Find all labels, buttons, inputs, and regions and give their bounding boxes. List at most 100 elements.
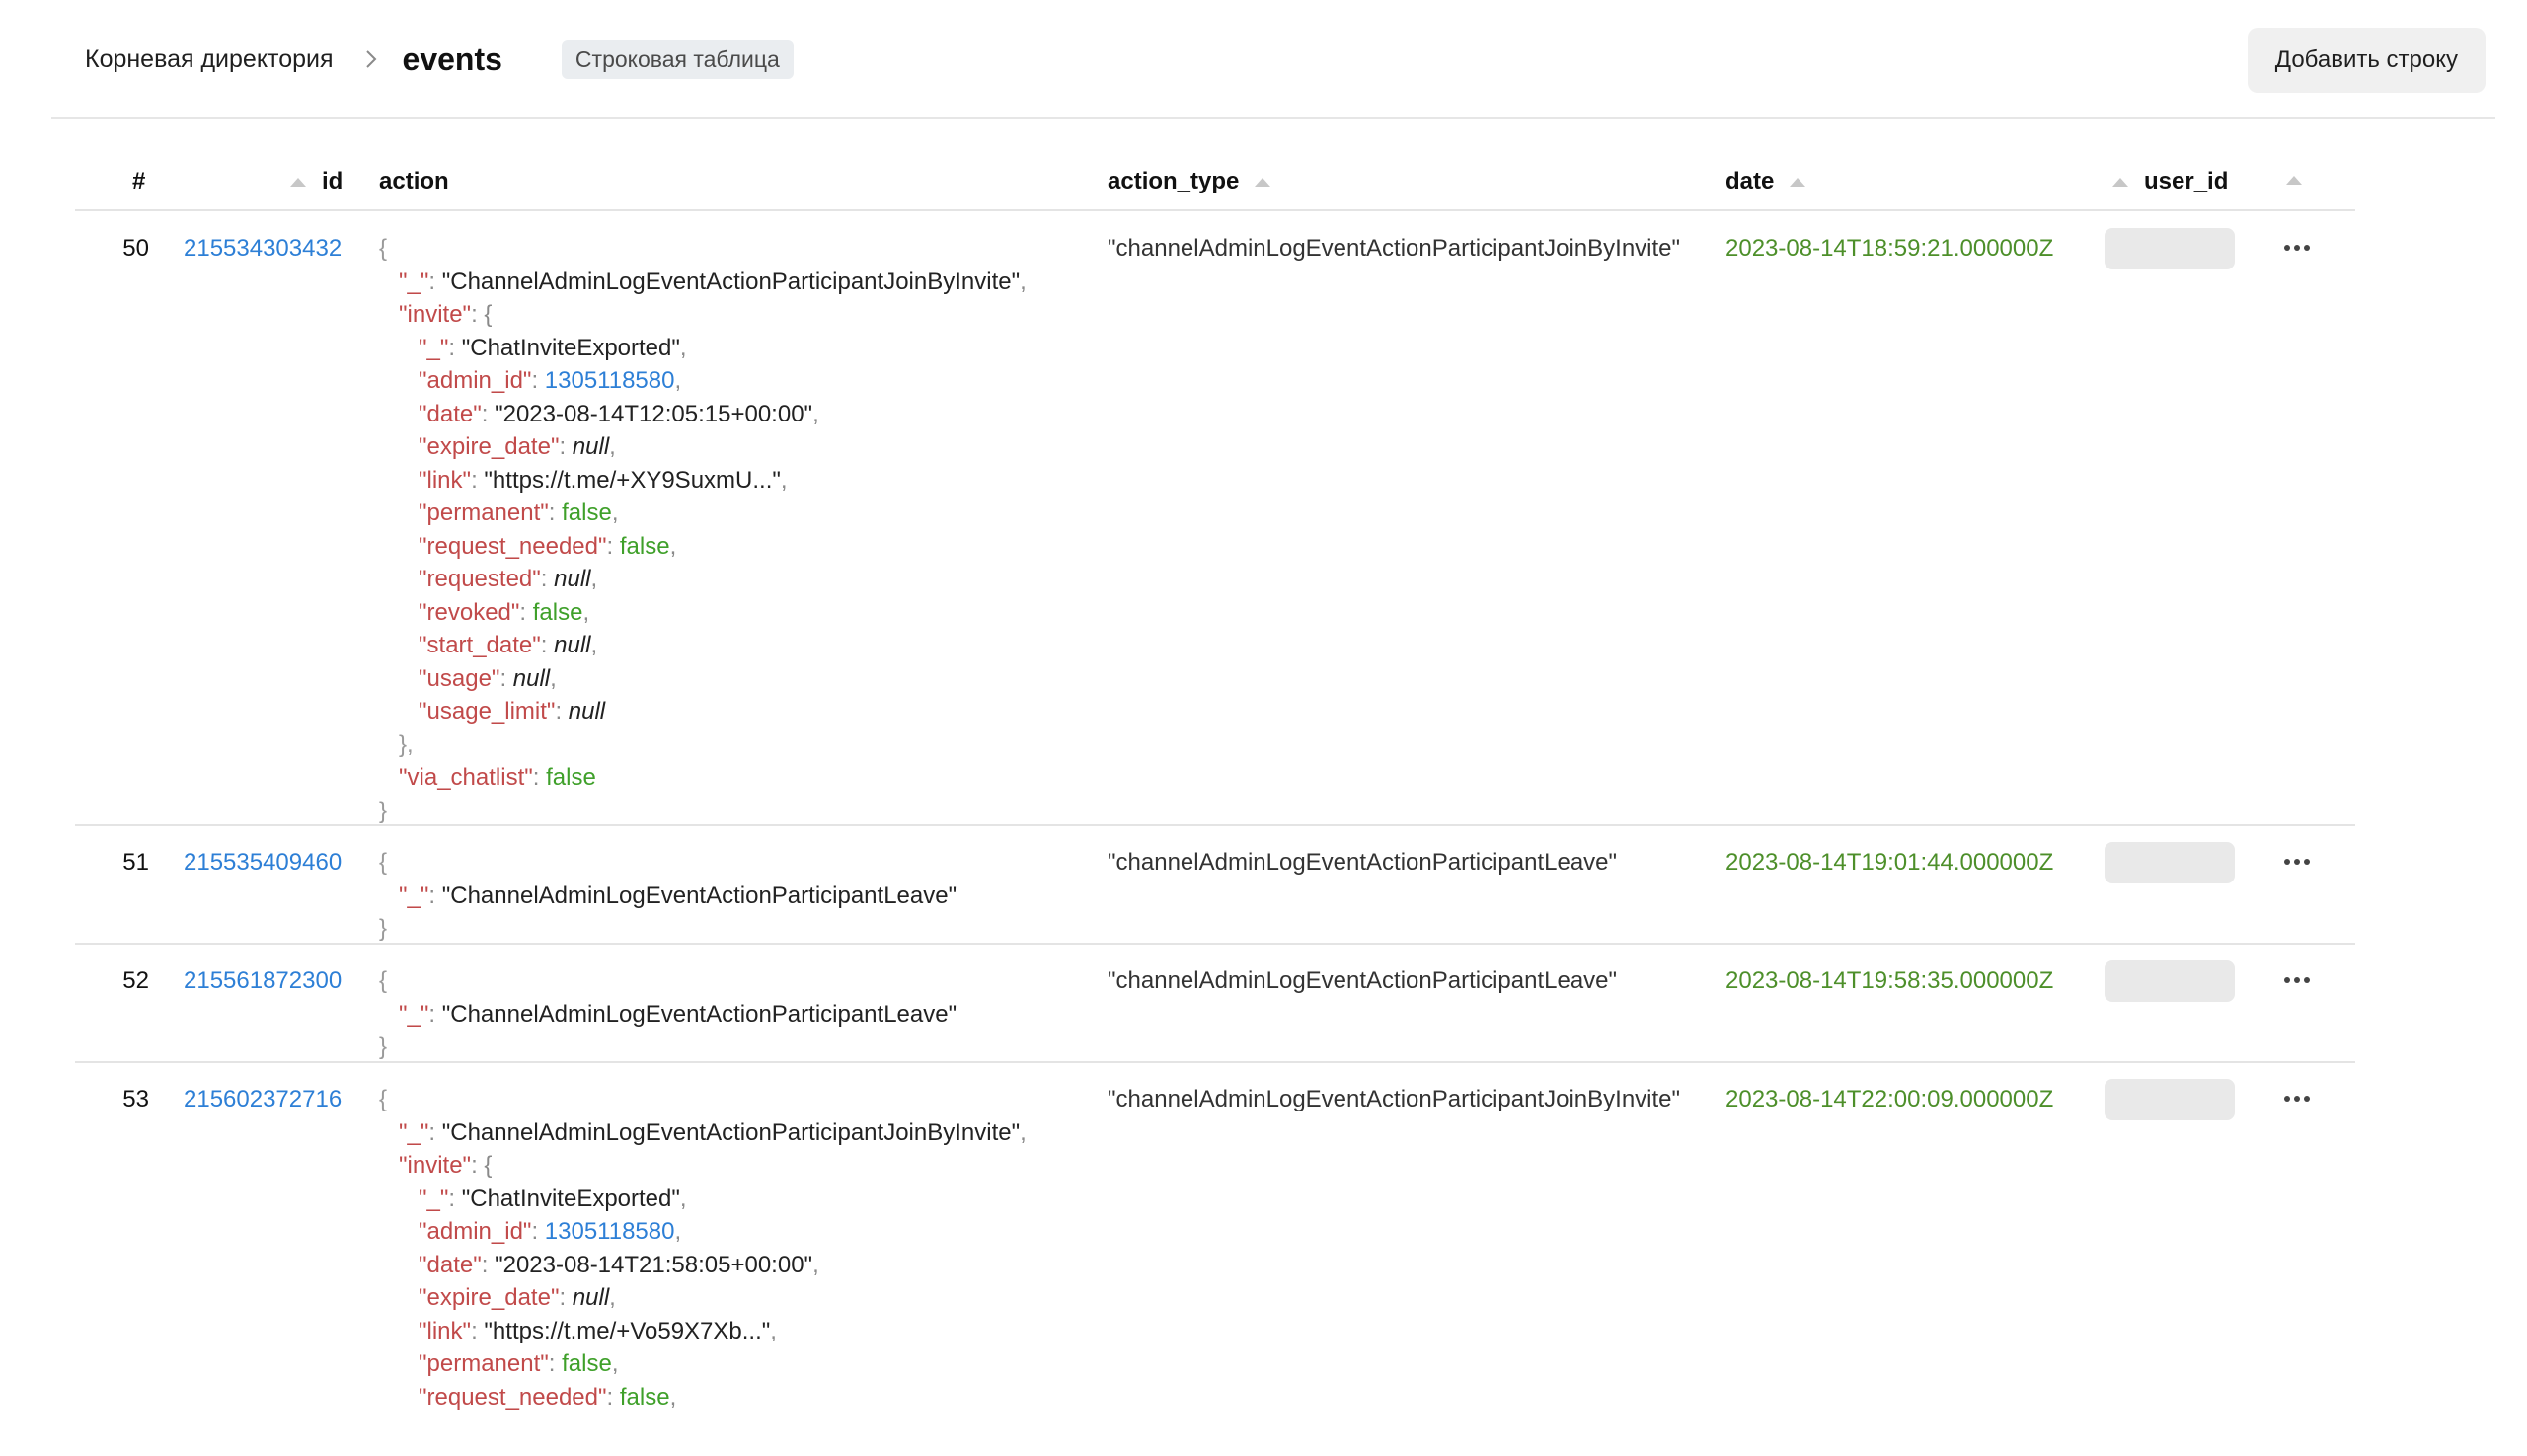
- column-header-num[interactable]: #: [132, 168, 145, 195]
- breadcrumb-root-link[interactable]: Корневая директория: [85, 45, 334, 74]
- json-bool-token: false: [619, 532, 670, 560]
- row-more-icon[interactable]: [2272, 842, 2322, 881]
- json-key-token: "admin_id": [419, 1218, 532, 1245]
- json-key-token: "request_needed": [419, 532, 607, 560]
- json-punc-token: :: [559, 433, 573, 460]
- json-line: "revoked": false,: [379, 596, 1027, 630]
- row-id-link[interactable]: 215602372716: [184, 1083, 342, 1116]
- action-json: {"_": "ChannelAdminLogEventActionPartici…: [379, 964, 957, 1064]
- column-header-date[interactable]: date: [1725, 168, 1806, 195]
- json-line: },: [379, 728, 1027, 762]
- table-row[interactable]: 52 215561872300 {"_": "ChannelAdminLogEv…: [75, 943, 2355, 1063]
- sort-arrow-icon[interactable]: [290, 177, 306, 187]
- json-key-token: "revoked": [419, 598, 520, 626]
- json-line: "permanent": false,: [379, 497, 1027, 530]
- row-more-icon[interactable]: [2272, 960, 2322, 1000]
- sort-arrow-icon[interactable]: [1255, 177, 1271, 187]
- row-id-link[interactable]: 215535409460: [184, 846, 342, 880]
- json-line: "via_chatlist": false: [379, 761, 1027, 795]
- json-str-token: "https://t.me/+Vo59X7Xb...": [484, 1317, 771, 1344]
- sort-arrow-icon[interactable]: [1790, 177, 1806, 187]
- json-key-token: "usage_limit": [419, 698, 556, 725]
- json-null-token: null: [554, 566, 591, 592]
- json-line: }: [379, 795, 1027, 828]
- row-number: 52: [122, 967, 149, 994]
- column-header-id[interactable]: id: [290, 168, 343, 195]
- breadcrumb: Корневая директория events Строковая таб…: [85, 38, 794, 81]
- page-header: Корневая директория events Строковая таб…: [0, 0, 2527, 119]
- json-null-token: null: [568, 698, 606, 725]
- column-label: id: [322, 168, 344, 194]
- json-brace-token: {: [379, 1086, 388, 1112]
- row-more-icon[interactable]: [2272, 228, 2322, 268]
- sort-arrow-icon[interactable]: [2286, 176, 2302, 185]
- json-str-token: "2023-08-14T21:58:05+00:00": [495, 1251, 813, 1278]
- row-id-link[interactable]: 215561872300: [184, 964, 342, 998]
- add-row-button[interactable]: Добавить строку: [2247, 28, 2486, 93]
- column-header-action-type[interactable]: action_type: [1108, 168, 1271, 195]
- table-row[interactable]: 53 215602372716 {"_": "ChannelAdminLogEv…: [75, 1061, 2355, 1456]
- json-punc-token: ,: [1020, 1118, 1027, 1146]
- json-brace-token: {: [379, 849, 388, 876]
- column-header-action[interactable]: action: [379, 168, 449, 195]
- json-line: {: [379, 232, 1027, 266]
- json-line: "_": "ChannelAdminLogEventActionParticip…: [379, 266, 1027, 299]
- json-key-token: "_": [419, 334, 449, 361]
- user-id-value-hidden: [2105, 842, 2235, 883]
- json-punc-token: :: [481, 400, 496, 427]
- json-null-token: null: [554, 632, 591, 658]
- json-num-token: 1305118580: [544, 367, 675, 394]
- json-num-token: 1305118580: [544, 1218, 675, 1245]
- json-line: "requested": null,: [379, 563, 1027, 596]
- column-header-user-id[interactable]: user_id: [2112, 168, 2228, 195]
- json-punc-token: :: [448, 1185, 462, 1212]
- json-key-token: "_": [399, 1000, 429, 1028]
- column-header-extra[interactable]: [2286, 176, 2302, 185]
- json-line: "start_date": null,: [379, 629, 1027, 662]
- column-label: user_id: [2144, 168, 2229, 194]
- json-line: "expire_date": null,: [379, 1281, 1027, 1315]
- json-punc-token: ,: [674, 1218, 682, 1245]
- json-key-token: "via_chatlist": [399, 764, 533, 791]
- json-str-token: "ChatInviteExported": [461, 1185, 680, 1212]
- json-bool-token: false: [546, 764, 596, 791]
- date-value: 2023-08-14T18:59:21.000000Z: [1725, 235, 2054, 262]
- json-str-token: "2023-08-14T12:05:15+00:00": [495, 400, 813, 427]
- column-label: #: [132, 168, 146, 194]
- json-punc-token: :: [428, 1118, 442, 1146]
- row-id-link[interactable]: 215534303432: [184, 232, 342, 266]
- json-punc-token: ,: [812, 1251, 819, 1278]
- date-value: 2023-08-14T19:01:44.000000Z: [1725, 849, 2054, 876]
- json-punc-token: :: [548, 1350, 563, 1377]
- json-line: "_": "ChannelAdminLogEventActionParticip…: [379, 998, 957, 1032]
- date-value: 2023-08-14T22:00:09.000000Z: [1725, 1086, 2054, 1112]
- sort-arrow-icon[interactable]: [2112, 177, 2128, 187]
- row-more-icon[interactable]: [2272, 1079, 2322, 1118]
- table-row[interactable]: 51 215535409460 {"_": "ChannelAdminLogEv…: [75, 824, 2355, 945]
- json-line: {: [379, 1083, 1027, 1116]
- json-punc-token: :: [471, 1317, 485, 1344]
- table-type-badge: Строковая таблица: [561, 39, 794, 79]
- json-key-token: "request_needed": [419, 1383, 607, 1411]
- action-type-value: "channelAdminLogEventActionParticipantJo…: [1108, 1086, 1681, 1112]
- json-punc-token: ,: [609, 433, 616, 460]
- json-punc-token: ,: [550, 664, 557, 692]
- json-str-token: "ChannelAdminLogEventActionParticipantLe…: [441, 1000, 957, 1028]
- json-punc-token: : {: [471, 1152, 493, 1179]
- json-line: }: [379, 912, 957, 946]
- table-row[interactable]: 50 215534303432 {"_": "ChannelAdminLogEv…: [75, 210, 2355, 826]
- row-number: 53: [122, 1086, 149, 1112]
- json-key-token: "_": [399, 881, 429, 909]
- json-bool-token: false: [562, 499, 612, 526]
- json-key-token: "link": [419, 1317, 472, 1344]
- column-label: action: [379, 168, 449, 194]
- json-bool-token: false: [619, 1383, 670, 1411]
- json-line: "usage": null,: [379, 662, 1027, 696]
- json-line: "_": "ChatInviteExported",: [379, 1183, 1027, 1216]
- json-line: "_": "ChannelAdminLogEventActionParticip…: [379, 880, 957, 913]
- json-str-token: "https://t.me/+XY9SuxmU...": [484, 466, 781, 494]
- json-null-token: null: [572, 433, 610, 460]
- user-id-value-hidden: [2105, 228, 2235, 269]
- user-id-value-hidden: [2105, 1079, 2235, 1120]
- json-punc-token: ,: [611, 1350, 619, 1377]
